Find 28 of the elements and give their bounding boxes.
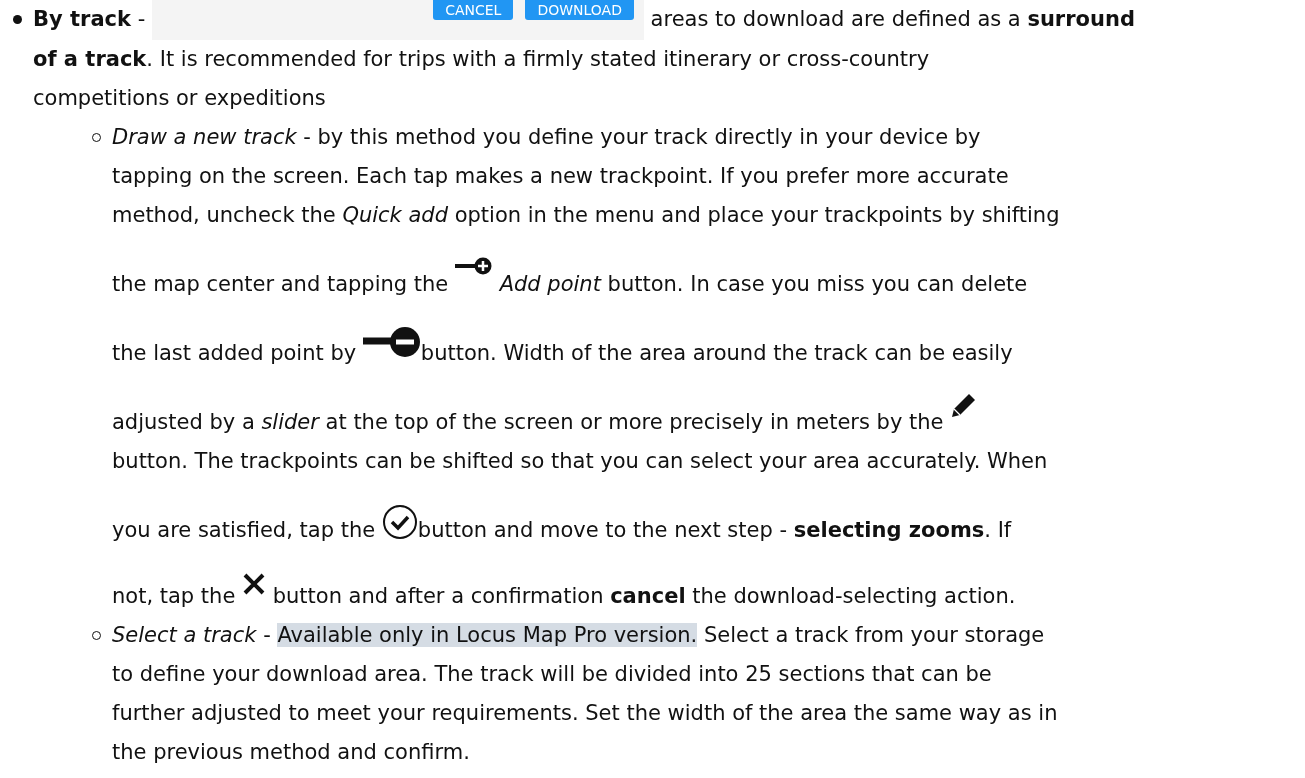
paragraph-text: of a track. It is recommended for trips with a firmly stated itinerary or cross-country — [33, 47, 930, 71]
line-plus-icon — [454, 256, 493, 277]
paragraph-text: method, uncheck the Quick add option in the menu and place your trackpoints by shifting — [112, 203, 1060, 227]
paragraph-text: the last added point by — [112, 341, 358, 365]
paragraph-text: button. The trackpoints can be shifted so that you can select your area accurately. When — [112, 449, 1048, 473]
paragraph-text: button and after a confirmation cancel the download-selecting action. — [271, 584, 1016, 608]
line-minus-icon — [362, 326, 421, 358]
paragraph-text: the previous method and confirm. — [112, 740, 470, 764]
paragraph-text: competitions or expeditions — [33, 86, 326, 110]
paragraph-text: Add point button. In case you miss you can delete — [498, 272, 1028, 296]
paragraph-text: areas to download are defined as a surround — [649, 7, 1135, 31]
paragraph-text: the map center and tapping the — [112, 272, 450, 296]
paragraph-text: further adjusted to meet your requirements. Set the width of the area the same way as in — [112, 701, 1058, 725]
paragraph-text: adjusted by a slider at the top of the screen or more precisely in meters by the — [112, 410, 945, 434]
paragraph-text: tapping on the screen. Each tap makes a new trackpoint. If you prefer more accurate — [112, 164, 1009, 188]
paragraph-text: to define your download area. The track will be divided into 25 sections that can be — [112, 662, 992, 686]
paragraph-text: Select a track - — [112, 623, 272, 647]
paragraph-text: button. Width of the area around the track can be easily — [420, 341, 1013, 365]
paragraph-text: button and move to the next step - selecting zooms. If — [417, 518, 1012, 542]
highlighted-note: Available only in Locus Map Pro version. — [277, 623, 698, 647]
paragraph-text: By track - — [33, 7, 147, 31]
paragraph-text: you are satisfied, tap the — [112, 518, 377, 542]
paragraph-text: Select a track from your storage — [702, 623, 1045, 647]
paragraph-text: Draw a new track - by this method you define your track directly in your device by — [112, 125, 981, 149]
paragraph-text: not, tap the — [112, 584, 237, 608]
close-icon — [242, 573, 266, 595]
bullet-icon — [13, 15, 22, 24]
check-circle-icon — [381, 504, 418, 540]
